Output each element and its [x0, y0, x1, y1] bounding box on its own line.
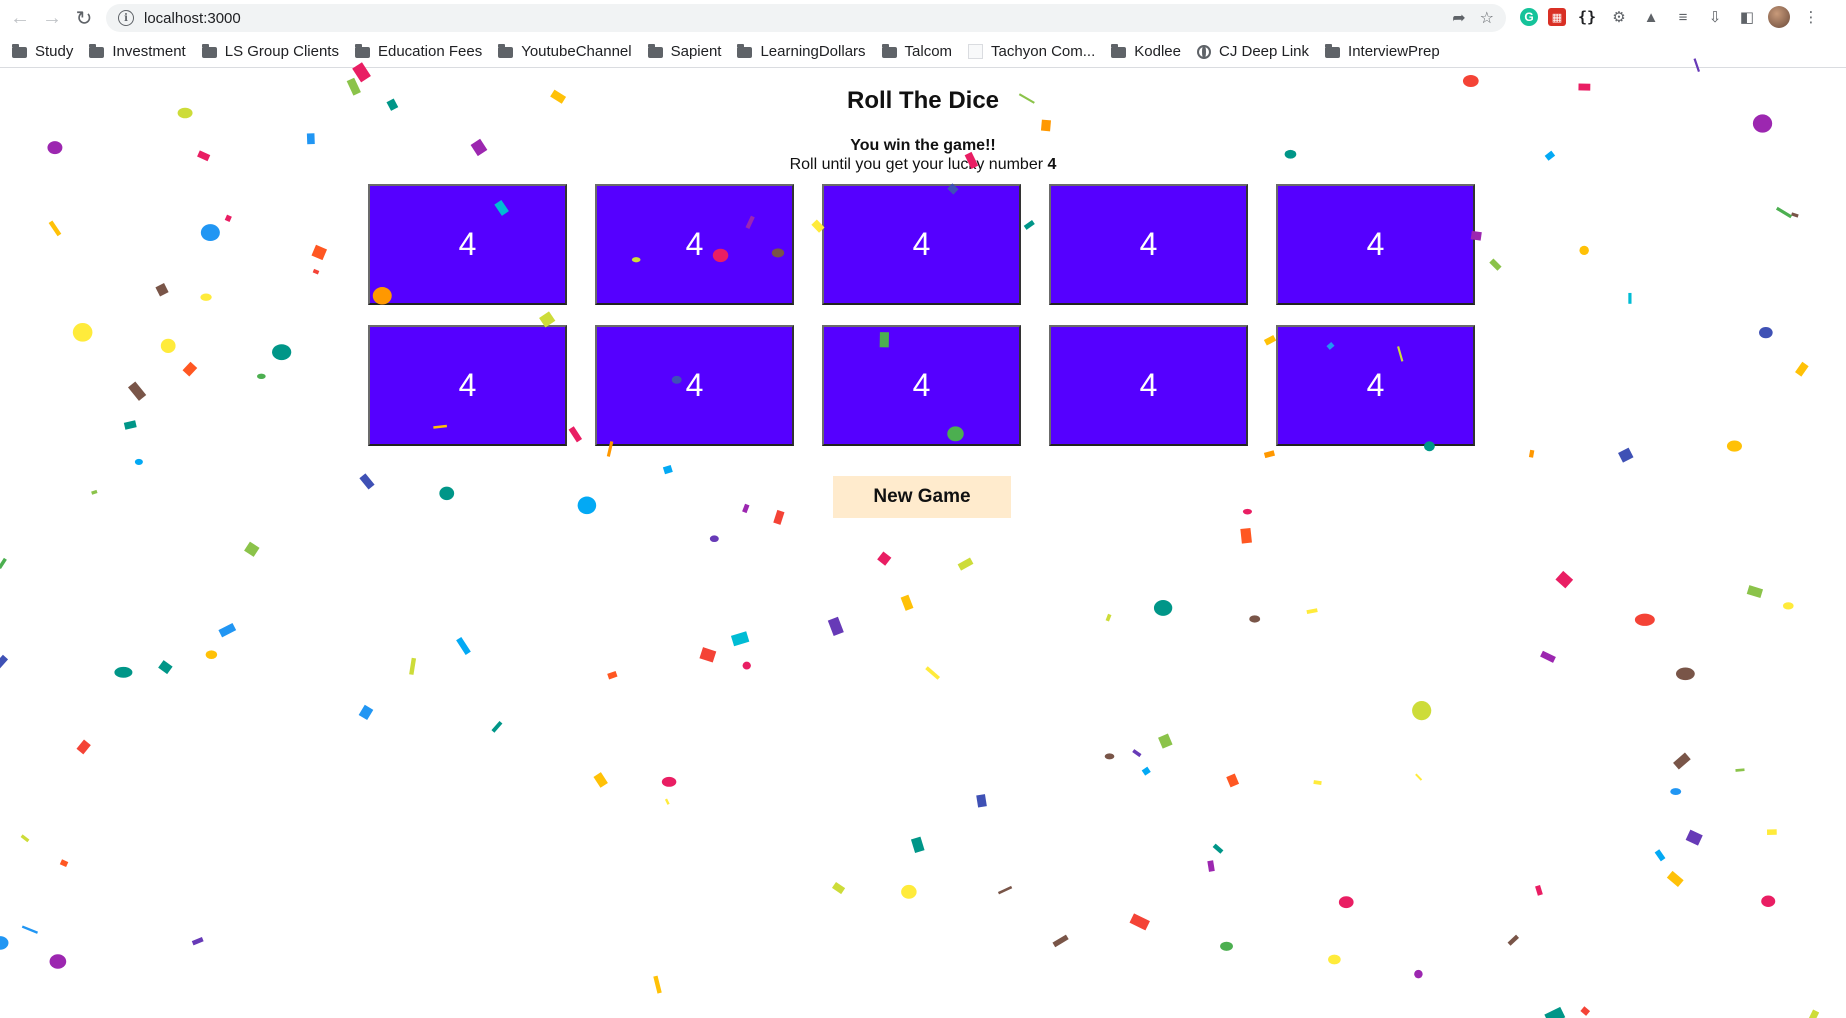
- folder-icon: [12, 43, 27, 58]
- instruction-label: Roll until you get your lucky number: [789, 156, 1044, 173]
- bookmark-label: Study: [35, 43, 74, 60]
- bookmark-label: InterviewPrep: [1348, 43, 1440, 60]
- bookmark-label: Talcom: [904, 43, 953, 60]
- reload-icon[interactable]: ↻: [68, 2, 100, 34]
- share-icon[interactable]: ➦: [1452, 8, 1465, 28]
- bookmark-label: YoutubeChannel: [521, 43, 632, 60]
- bookmarks-bar: Study Investment LS Group Clients Education…: [0, 36, 1846, 68]
- blank-page-icon: [968, 44, 984, 59]
- globe-icon: [1196, 44, 1211, 59]
- die-tile[interactable]: 4: [1276, 325, 1475, 446]
- instruction-text: Roll until you get your lucky number 4: [0, 156, 1846, 174]
- die-tile[interactable]: 4: [595, 184, 794, 305]
- die-tile[interactable]: 4: [368, 184, 567, 305]
- die-tile[interactable]: 4: [595, 325, 794, 446]
- extension-red-icon[interactable]: ▦: [1548, 8, 1566, 26]
- folder-icon: [89, 43, 105, 58]
- folder-icon: [1325, 43, 1341, 58]
- bookmark-item[interactable]: LS Group Clients: [201, 43, 339, 60]
- extensions-puzzle-icon[interactable]: ⚙: [1608, 6, 1630, 28]
- grammarly-extension-icon[interactable]: G: [1520, 8, 1538, 26]
- site-info-icon[interactable]: i: [118, 10, 134, 26]
- menu-kebab-icon[interactable]: ⋮: [1800, 6, 1822, 28]
- address-bar[interactable]: i localhost:3000 ➦ ☆: [106, 4, 1506, 32]
- download-icon[interactable]: ⇩: [1704, 6, 1726, 28]
- win-message: You win the game!!: [850, 137, 996, 154]
- bookmark-item[interactable]: Education Fees: [354, 43, 483, 60]
- new-game-button[interactable]: New Game: [833, 476, 1011, 518]
- folder-icon: [201, 43, 217, 58]
- profile-avatar[interactable]: [1768, 6, 1790, 28]
- labs-flask-icon[interactable]: ▲: [1640, 6, 1662, 28]
- folder-icon: [354, 43, 370, 58]
- die-tile[interactable]: 4: [368, 325, 567, 446]
- bookmark-label: Investment: [112, 43, 186, 60]
- json-formatter-icon[interactable]: {}: [1576, 6, 1598, 28]
- side-panel-icon[interactable]: ◧: [1736, 6, 1758, 28]
- forward-icon[interactable]: →: [36, 2, 68, 34]
- die-tile[interactable]: 4: [822, 184, 1021, 305]
- bookmark-label: Education Fees: [377, 43, 483, 60]
- bookmark-item[interactable]: InterviewPrep: [1325, 43, 1440, 60]
- page-title: Roll The Dice: [846, 87, 1000, 114]
- browser-toolbar: ← → ↻ i localhost:3000 ➦ ☆ G ▦ {} ⚙ ▲ ≡ …: [0, 0, 1846, 36]
- bookmark-item[interactable]: Study: [12, 43, 73, 60]
- back-icon[interactable]: ←: [4, 2, 36, 34]
- bookmark-label: LS Group Clients: [224, 43, 339, 60]
- dice-grid: 4444444444: [368, 184, 1477, 446]
- app-root: Roll The Dice You win the game!! Roll un…: [0, 69, 1846, 1018]
- die-tile[interactable]: 4: [1049, 184, 1248, 305]
- bookmark-item[interactable]: Investment: [89, 43, 186, 60]
- bookmark-item[interactable]: LearningDollars: [737, 43, 866, 60]
- bookmark-item[interactable]: Sapient: [647, 43, 722, 60]
- folder-icon: [498, 43, 514, 58]
- die-tile[interactable]: 4: [1276, 184, 1475, 305]
- url-text: localhost:3000: [144, 9, 241, 27]
- bookmark-label: Tachyon Com...: [991, 43, 1096, 60]
- die-tile[interactable]: 4: [1049, 325, 1248, 446]
- bookmark-item[interactable]: CJ Deep Link: [1196, 43, 1310, 60]
- bookmark-item[interactable]: Talcom: [881, 43, 953, 60]
- bookmark-star-icon[interactable]: ☆: [1480, 8, 1494, 28]
- folder-icon: [737, 43, 753, 58]
- die-tile[interactable]: 4: [822, 325, 1021, 446]
- bookmark-item[interactable]: Tachyon Com...: [968, 43, 1095, 60]
- folder-icon: [647, 43, 663, 58]
- bookmark-label: LearningDollars: [760, 43, 866, 60]
- bookmark-item[interactable]: Kodlee: [1111, 43, 1181, 60]
- bookmark-label: CJ Deep Link: [1218, 43, 1310, 60]
- lucky-number: 4: [1047, 156, 1057, 173]
- bookmark-label: Kodlee: [1134, 43, 1181, 60]
- reading-list-icon[interactable]: ≡: [1672, 6, 1694, 28]
- bookmark-item[interactable]: YoutubeChannel: [498, 43, 632, 60]
- folder-icon: [1111, 43, 1127, 58]
- folder-icon: [881, 43, 897, 58]
- bookmark-label: Sapient: [670, 43, 722, 60]
